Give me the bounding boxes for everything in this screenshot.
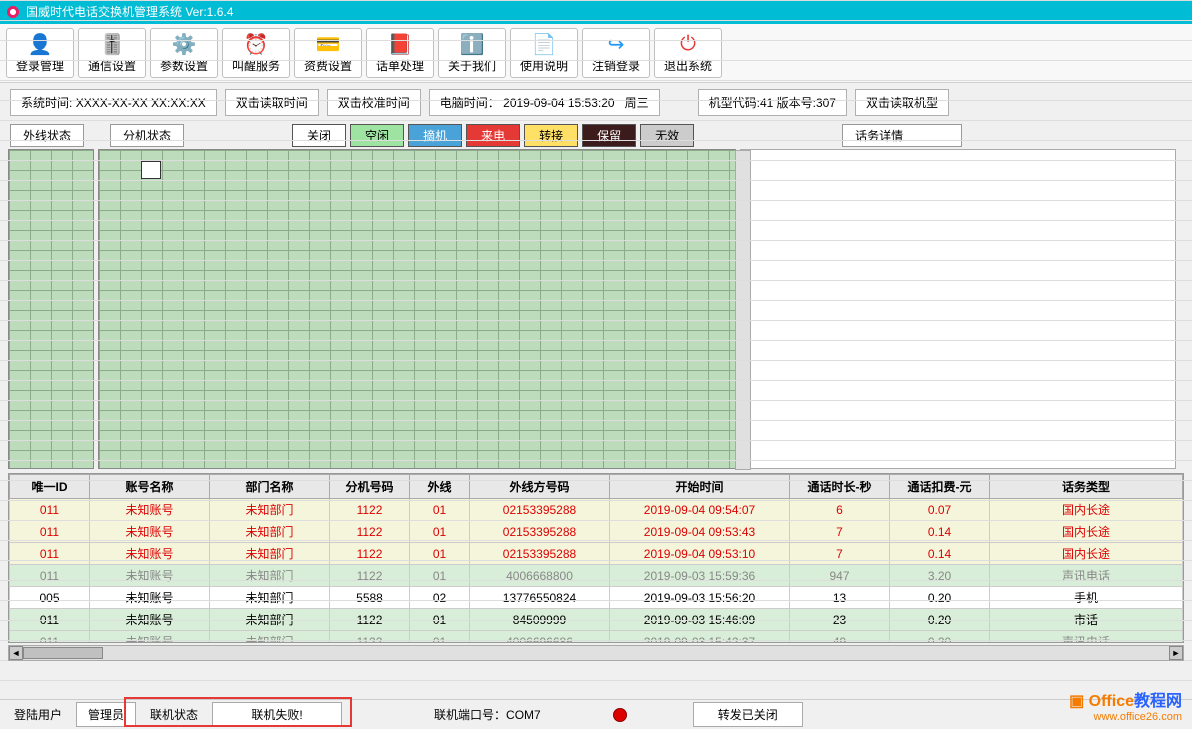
status-dot-icon bbox=[613, 708, 627, 722]
scroll-right-arrow[interactable]: ► bbox=[1169, 646, 1183, 660]
highlight-annotation bbox=[124, 697, 352, 727]
detail-list[interactable] bbox=[740, 149, 1176, 469]
watermark: ▣ Office教程网 www.office26.com bbox=[1069, 693, 1182, 723]
port-label: 联机端口号：COM7 bbox=[428, 702, 547, 727]
mid-panels bbox=[0, 149, 1192, 469]
forward-status: 转发已关闭 bbox=[693, 702, 803, 727]
scroll-thumb[interactable] bbox=[23, 647, 103, 659]
h-scrollbar[interactable]: ◄ ► bbox=[8, 645, 1184, 661]
login-user-label: 登陆用户 bbox=[8, 702, 68, 727]
scroll-left-arrow[interactable]: ◄ bbox=[9, 646, 23, 660]
